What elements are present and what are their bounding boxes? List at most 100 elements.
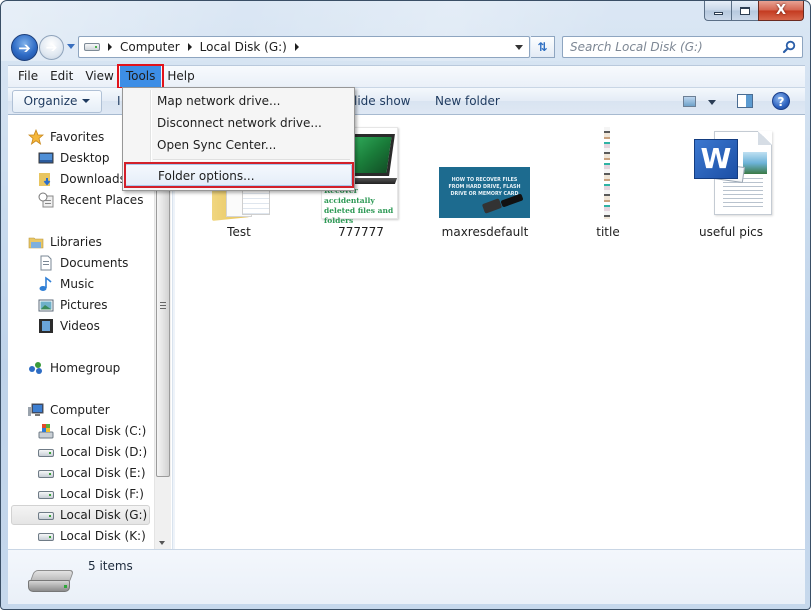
sidebar-item-libraries[interactable]: Libraries [8,232,102,252]
recent-places-icon [38,192,54,208]
thumbnail-caption: HOW TO RECOVER FILES FROM HARD DRIVE, FL… [448,178,521,197]
sidebar-item-videos[interactable]: Videos [8,316,100,336]
scroll-down-arrow-icon[interactable] [159,541,165,545]
sidebar-item-homegroup[interactable]: Homegroup [8,358,120,378]
maximize-button[interactable] [731,1,758,21]
menu-item-open-sync-center[interactable]: Open Sync Center... [125,134,352,156]
sidebar-item-documents[interactable]: Documents [8,253,128,273]
menu-item-folder-options[interactable]: Folder options... [124,162,354,188]
sidebar-label: Documents [60,256,129,270]
system-drive-icon [38,424,54,439]
sidebar-label: Music [60,277,95,291]
drive-icon [38,486,54,502]
breadcrumb-chevron-icon[interactable] [294,43,299,51]
breadcrumb-chevron-icon[interactable] [187,43,192,51]
menu-edit[interactable]: Edit [44,66,79,87]
menu-item-map-network-drive[interactable]: Map network drive... [125,90,352,112]
change-view-icon[interactable] [683,96,696,107]
sidebar-item-local-disk-e[interactable]: Local Disk (E:) [8,463,146,483]
tools-menu-dropdown: Map network drive... Disconnect network … [122,87,355,191]
sidebar-item-local-disk-c[interactable]: Local Disk (C:) [8,421,146,441]
sidebar-label: Downloads [60,172,126,186]
back-arrow-icon: ➔ [18,38,31,57]
address-bar[interactable]: Computer Local Disk (G:) [78,36,530,58]
sidebar-item-pictures[interactable]: Pictures [8,295,108,315]
libraries-icon [28,237,44,249]
sidebar-item-downloads[interactable]: Downloads [8,169,126,189]
sidebar-item-computer[interactable]: Computer [8,400,110,420]
drive-icon [84,43,100,51]
recent-pages-dropdown[interactable] [67,44,75,49]
search-icon[interactable] [782,40,796,54]
breadcrumb-local-disk-g[interactable]: Local Disk (G:) [200,40,287,54]
videos-icon [39,319,53,333]
sidebar-item-local-disk-g[interactable]: Local Disk (G:) [11,505,150,525]
menu-tools[interactable]: Tools [116,64,164,89]
new-folder-button[interactable]: New folder [435,88,500,115]
menu-file[interactable]: File [12,66,44,87]
search-input[interactable]: Search Local Disk (G:) [562,36,803,58]
sidebar-label: Desktop [60,151,110,165]
sidebar-item-recent-places[interactable]: Recent Places [8,190,143,210]
minimize-button[interactable] [704,1,731,21]
drive-icon [28,570,75,594]
sidebar-label: Libraries [50,235,102,249]
sidebar-label: Favorites [50,130,105,144]
sidebar-item-local-disk-d[interactable]: Local Disk (D:) [8,442,147,462]
image-thumbnail: HOW TO RECOVER FILES FROM HARD DRIVE, FL… [439,167,530,218]
organize-button[interactable]: Organize [12,89,102,113]
help-icon[interactable]: ? [772,92,790,110]
file-name: title [596,225,620,239]
file-item-title[interactable]: title [553,125,663,245]
sidebar-item-desktop[interactable]: Desktop [8,148,110,168]
drive-icon [38,465,54,481]
details-pane: 5 items [8,549,805,604]
sidebar-label: Videos [60,319,100,333]
menu-separator [153,159,350,161]
sidebar-label: Local Disk (D:) [60,445,148,459]
sidebar-label: Local Disk (E:) [60,466,146,480]
sidebar-label: Local Disk (G:) [60,508,148,522]
scrollbar-thumb[interactable] [156,185,170,477]
slide-show-button[interactable]: lide show [354,88,411,115]
menu-bar: File Edit View Tools Help [8,64,805,89]
refresh-button[interactable]: ⇅ [531,36,555,58]
hard-drive-image [481,198,503,214]
menu-view[interactable]: View [79,66,119,87]
forward-button[interactable]: ➔ [39,35,64,60]
sidebar-label: Local Disk (C:) [60,424,147,438]
documents-icon [40,255,52,271]
file-name: 777777 [338,225,384,239]
pictures-icon [38,299,54,312]
desktop-icon [38,152,54,164]
item-count: 5 items [88,559,133,573]
breadcrumb-computer[interactable]: Computer [120,40,180,54]
sidebar-item-local-disk-f[interactable]: Local Disk (F:) [8,484,144,504]
file-name: useful pics [698,225,764,239]
file-item-maxresdefault[interactable]: HOW TO RECOVER FILES FROM HARD DRIVE, FL… [430,125,540,245]
menu-help[interactable]: Help [161,66,200,87]
thumbnail-caption: Recover accidentally deleted files and f… [324,186,394,225]
chevron-down-icon [82,99,91,103]
include-in-library-button[interactable]: I [117,88,121,115]
sidebar-label: Local Disk (K:) [60,529,146,543]
address-history-dropdown[interactable] [515,45,523,50]
music-icon [39,276,52,291]
view-options-dropdown[interactable] [708,100,716,105]
preview-pane-icon[interactable] [737,94,753,108]
file-name: maxresdefault [441,225,529,239]
sidebar-label: Computer [50,403,110,417]
breadcrumb-chevron-icon[interactable] [108,43,112,51]
sidebar-label: Local Disk (F:) [60,487,144,501]
close-button[interactable]: X [758,1,804,21]
drive-icon [38,507,54,523]
sidebar-item-music[interactable]: Music [8,274,94,294]
grip-icon [160,302,166,309]
sidebar-item-favorites[interactable]: Favorites [8,127,104,147]
back-button[interactable]: ➔ [11,34,38,61]
sidebar-label: Pictures [60,298,108,312]
sidebar-item-local-disk-k[interactable]: Local Disk (K:) [8,526,146,546]
file-item-useful-pics[interactable]: W useful pics [676,125,786,245]
menu-item-disconnect-network-drive[interactable]: Disconnect network drive... [125,112,352,134]
image-thumbnail [604,127,610,219]
